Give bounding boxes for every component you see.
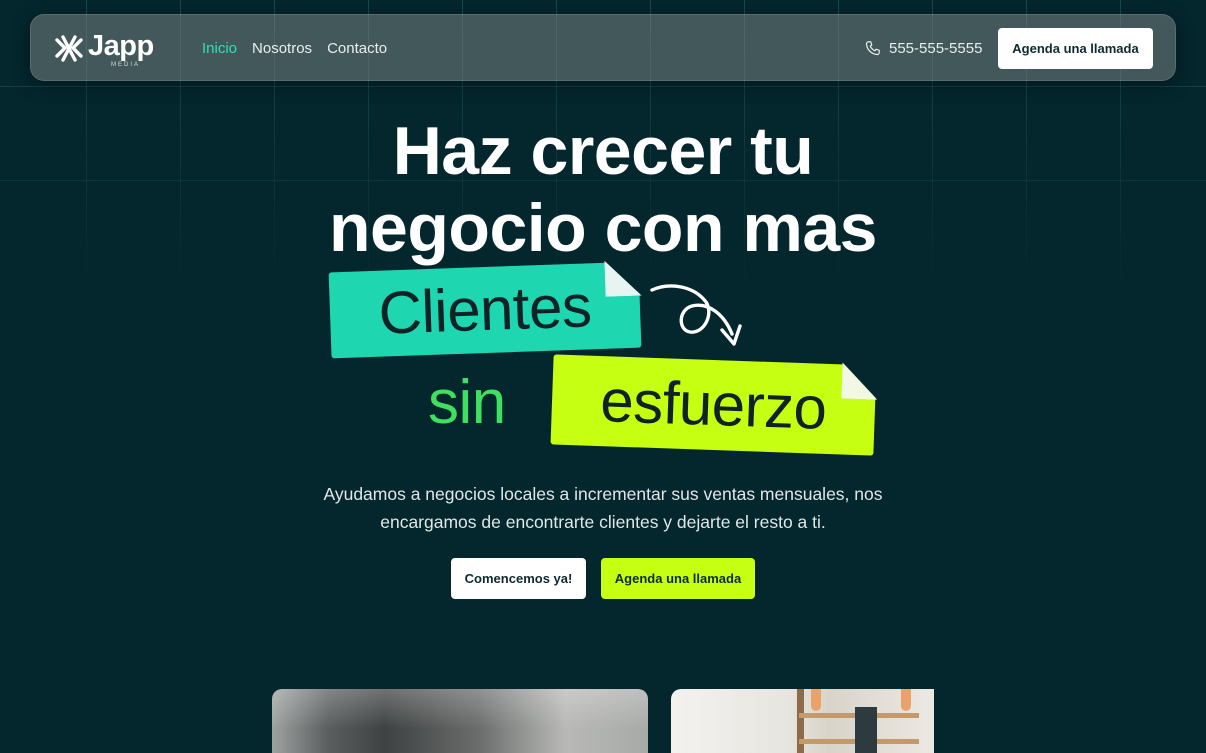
tag-esfuerzo-label: esfuerzo <box>599 367 828 442</box>
hero-subtitle: Ayudamos a negocios locales a incrementa… <box>283 480 923 536</box>
hero-title-line-1: Haz crecer tu <box>392 113 814 189</box>
image-detail <box>901 689 911 711</box>
nav-phone[interactable]: 555-555-5555 <box>864 40 982 57</box>
schedule-call-button[interactable]: Agenda una llamada <box>601 558 755 599</box>
tag-clientes-label: Clientes <box>377 272 593 347</box>
curly-arrow-icon <box>650 284 742 346</box>
phone-number: 555-555-5555 <box>889 40 983 57</box>
tag-esfuerzo: esfuerzo <box>550 354 879 456</box>
japp-logo-icon <box>55 35 83 62</box>
start-now-button[interactable]: Comencemos ya! <box>451 558 586 599</box>
hero-subtitle-line-2: encargamos de encontrarte clientes y dej… <box>380 512 826 532</box>
logo-text: Japp <box>88 30 154 62</box>
page-fold-icon <box>841 362 879 400</box>
nav-cta-button[interactable]: Agenda una llamada <box>998 28 1153 69</box>
hero-image-card-2 <box>671 689 934 753</box>
navbar: Japp MEDIA Inicio Nosotros Contacto 555-… <box>30 14 1176 81</box>
hero-word-sin: sin <box>428 368 506 437</box>
page-fold-icon <box>604 259 642 297</box>
nav-links: Inicio Nosotros Contacto <box>202 40 387 57</box>
nav-link-nosotros[interactable]: Nosotros <box>252 40 312 57</box>
tag-clientes: Clientes <box>328 259 642 359</box>
hero-title-line-2: negocio con mas <box>329 190 877 266</box>
nav-link-inicio[interactable]: Inicio <box>202 40 237 57</box>
hero-subtitle-line-1: Ayudamos a negocios locales a incrementa… <box>323 484 883 504</box>
logo-subtext: MEDIA <box>111 62 141 68</box>
nav-link-contacto[interactable]: Contacto <box>327 40 387 57</box>
image-shade <box>272 689 648 729</box>
logo[interactable]: Japp MEDIA <box>53 30 163 68</box>
hero-image-card-1 <box>272 689 648 753</box>
image-detail <box>855 707 877 753</box>
image-detail <box>811 689 821 711</box>
phone-icon <box>865 41 880 56</box>
